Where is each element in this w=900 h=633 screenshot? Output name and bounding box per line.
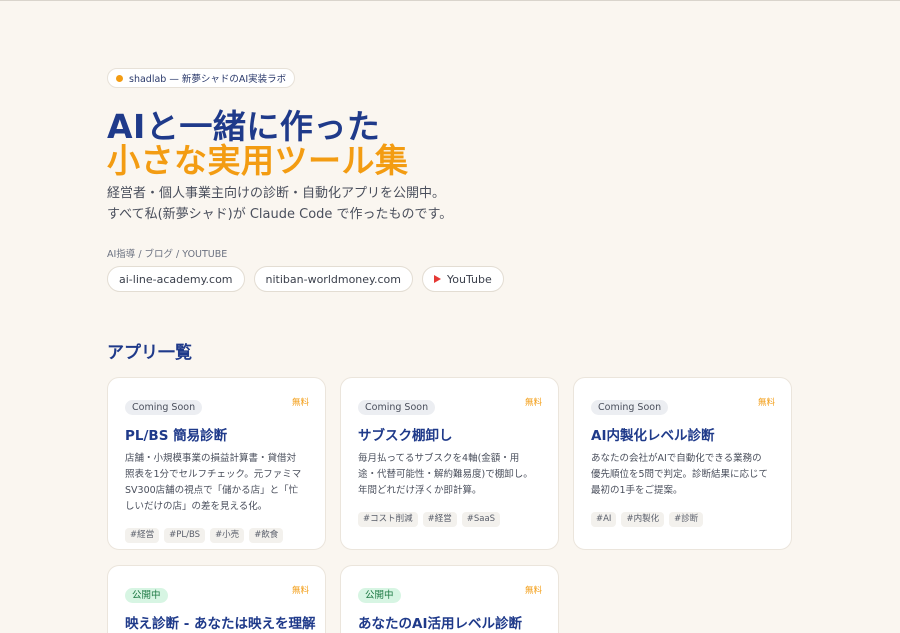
external-links: ai-line-academy.com nitiban-worldmoney.c…: [107, 266, 504, 292]
price-label: 無料: [757, 398, 775, 408]
top-border: [0, 0, 900, 1]
link-label: nitiban-worldmoney.com: [265, 272, 401, 286]
card-title: PL/BS 簡易診断: [125, 428, 228, 444]
link-label: ai-line-academy.com: [119, 272, 233, 286]
status-badge: 公開中: [125, 588, 168, 603]
status-badge: Coming Soon: [591, 400, 669, 415]
card-description: 毎月払ってるサブスクを4軸(金額・用 途・代替可能性・解約難易度)で棚卸し。 年…: [358, 451, 541, 499]
desc-line: しいだけの店」の差を見える化。: [125, 501, 268, 512]
tag: #AI: [591, 512, 617, 527]
tag: #内製化: [621, 512, 665, 527]
link-ai-line-academy[interactable]: ai-line-academy.com: [107, 266, 245, 292]
desc-line: 途・代替可能性・解約難易度)で棚卸し。: [358, 469, 533, 480]
app-card-plbs[interactable]: Coming Soon 無料 PL/BS 簡易診断 店舗・小規模事業の損益計算書…: [107, 377, 326, 550]
section-title-apps: アプリ一覧: [107, 343, 192, 363]
price-label: 無料: [291, 398, 309, 408]
desc-line: 店舗・小規模事業の損益計算書・貸借対: [125, 453, 297, 464]
link-youtube[interactable]: YouTube: [421, 266, 504, 292]
app-card-subscription[interactable]: Coming Soon 無料 サブスク棚卸し 毎月払ってるサブスクを4軸(金額・…: [340, 377, 559, 550]
hero-lead-line: 経営者・個人事業主向けの診断・自動化アプリを公開中。: [107, 186, 446, 201]
desc-line: あなたの会社がAIで自動化できる業務の: [591, 453, 762, 464]
tag-list: #コスト削減 #経営 #SaaS: [358, 512, 541, 527]
app-card-ai-level[interactable]: Coming Soon 無料 AI内製化レベル診断 あなたの会社がAIで自動化で…: [573, 377, 792, 550]
links-label: AI指導 / ブログ / YOUTUBE: [107, 249, 228, 260]
hero-title-line2: 小さな実用ツール集: [107, 141, 409, 180]
desc-line: SV300店舗の視点で「儲かる店」と「忙: [125, 485, 299, 496]
tag: #経営: [125, 528, 160, 543]
card-title: サブスク棚卸し: [358, 428, 453, 444]
desc-line: 年間どれだけ浮くか即計算。: [358, 485, 482, 496]
price-label: 無料: [524, 586, 542, 596]
tag: #小売: [210, 528, 245, 543]
tag: #飲食: [249, 528, 284, 543]
tag: #SaaS: [461, 512, 501, 527]
app-card-ai-usage[interactable]: 公開中 無料 あなたのAI活用レベル診断: [340, 565, 559, 633]
app-card-hae[interactable]: 公開中 無料 映え診断 - あなたは映えを理解: [107, 565, 326, 633]
price-label: 無料: [524, 398, 542, 408]
tag: #コスト削減: [358, 512, 418, 527]
card-description: 店舗・小規模事業の損益計算書・貸借対 照表を1分でセルフチェック。元ファミマ S…: [125, 451, 308, 515]
brand-badge: shadlab — 新夢シャドのAI実装ラボ: [107, 68, 296, 88]
status-badge: Coming Soon: [125, 400, 203, 415]
status-dot-icon: [116, 74, 123, 82]
youtube-play-icon: [433, 275, 441, 283]
card-title: あなたのAI活用レベル診断: [358, 616, 522, 632]
card-description: あなたの会社がAIで自動化できる業務の 優先順位を5問で判定。診断結果に応じて …: [591, 451, 774, 499]
link-label: YouTube: [446, 272, 492, 286]
tag-list: #経営 #PL/BS #小売 #飲食: [125, 528, 308, 543]
desc-line: 照表を1分でセルフチェック。元ファミマ: [125, 469, 302, 480]
desc-line: 最初の1手をご提案。: [591, 485, 683, 496]
hero-lead: 経営者・個人事業主向けの診断・自動化アプリを公開中。 すべて私(新夢シャド)が …: [107, 183, 452, 225]
status-badge: 公開中: [358, 588, 401, 603]
card-title: AI内製化レベル診断: [591, 428, 715, 444]
tag: #PL/BS: [164, 528, 206, 543]
tag: #経営: [422, 512, 457, 527]
card-title: 映え診断 - あなたは映えを理解: [125, 616, 316, 632]
desc-line: 優先順位を5問で判定。診断結果に応じて: [591, 469, 769, 480]
price-label: 無料: [291, 586, 309, 596]
hero-lead-line: すべて私(新夢シャド)が Claude Code で作ったものです。: [107, 207, 453, 222]
link-nitiban-worldmoney[interactable]: nitiban-worldmoney.com: [253, 266, 413, 292]
status-badge: Coming Soon: [358, 400, 436, 415]
tag-list: #AI #内製化 #診断: [591, 512, 774, 527]
brand-badge-label: shadlab — 新夢シャドのAI実装ラボ: [129, 74, 287, 85]
tag: #診断: [669, 512, 704, 527]
desc-line: 毎月払ってるサブスクを4軸(金額・用: [358, 453, 520, 464]
